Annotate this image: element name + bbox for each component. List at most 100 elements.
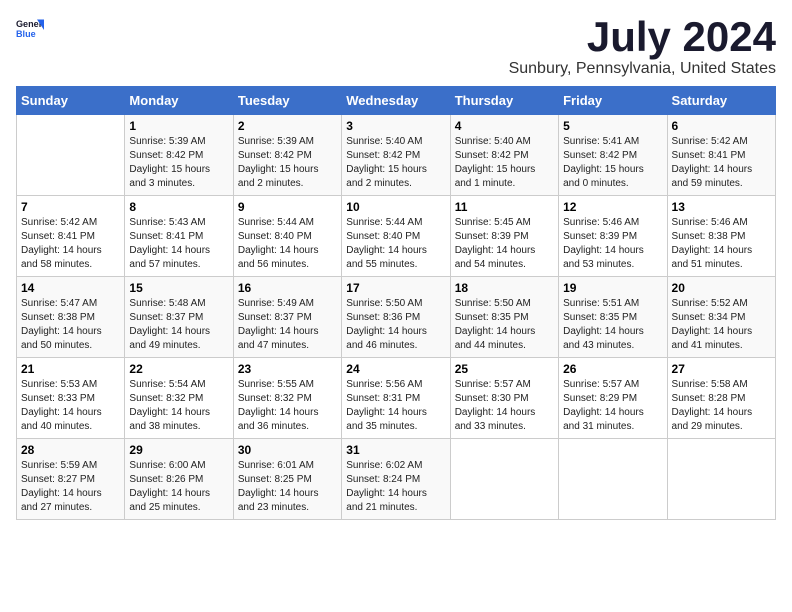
day-info: Sunrise: 5:39 AM Sunset: 8:42 PM Dayligh… xyxy=(238,135,337,191)
day-info: Sunrise: 5:48 AM Sunset: 8:37 PM Dayligh… xyxy=(129,297,228,353)
day-info: Sunrise: 5:54 AM Sunset: 8:32 PM Dayligh… xyxy=(129,378,228,434)
day-number: 9 xyxy=(238,200,337,214)
calendar-cell: 16 Sunrise: 5:49 AM Sunset: 8:37 PM Dayli… xyxy=(233,277,341,358)
calendar-cell: 14 Sunrise: 5:47 AM Sunset: 8:38 PM Dayli… xyxy=(17,277,125,358)
day-number: 8 xyxy=(129,200,228,214)
day-info: Sunrise: 5:43 AM Sunset: 8:41 PM Dayligh… xyxy=(129,216,228,272)
weekday-header-row: SundayMondayTuesdayWednesdayThursdayFrid… xyxy=(17,87,776,115)
calendar-cell: 22Sunrise: 5:54 AM Sunset: 8:32 PM Dayli… xyxy=(125,358,233,439)
day-number: 27 xyxy=(672,362,771,376)
calendar-cell: 20Sunrise: 5:52 AM Sunset: 8:34 PM Dayli… xyxy=(667,277,775,358)
day-number: 20 xyxy=(672,281,771,295)
day-info: Sunrise: 5:59 AM Sunset: 8:27 PM Dayligh… xyxy=(21,459,120,515)
calendar-cell: 15Sunrise: 5:48 AM Sunset: 8:37 PM Dayli… xyxy=(125,277,233,358)
day-number: 23 xyxy=(238,362,337,376)
calendar-cell: 23 Sunrise: 5:55 AM Sunset: 8:32 PM Dayli… xyxy=(233,358,341,439)
day-number: 26 xyxy=(563,362,662,376)
day-number: 28 xyxy=(21,443,120,457)
calendar-cell: 7Sunrise: 5:42 AM Sunset: 8:41 PM Daylig… xyxy=(17,196,125,277)
day-number: 5 xyxy=(563,119,662,133)
day-info: Sunrise: 6:02 AM Sunset: 8:24 PM Dayligh… xyxy=(346,459,445,515)
calendar-cell: 9 Sunrise: 5:44 AM Sunset: 8:40 PM Daylig… xyxy=(233,196,341,277)
day-info: Sunrise: 5:42 AM Sunset: 8:41 PM Dayligh… xyxy=(672,135,771,191)
day-info: Sunrise: 5:51 AM Sunset: 8:35 PM Dayligh… xyxy=(563,297,662,353)
day-number: 2 xyxy=(238,119,337,133)
weekday-header-thursday: Thursday xyxy=(450,87,558,115)
calendar-cell xyxy=(450,439,558,520)
calendar-cell: 8 Sunrise: 5:43 AM Sunset: 8:41 PM Daylig… xyxy=(125,196,233,277)
day-number: 13 xyxy=(672,200,771,214)
day-number: 25 xyxy=(455,362,554,376)
calendar-cell: 18 Sunrise: 5:50 AM Sunset: 8:35 PM Dayli… xyxy=(450,277,558,358)
day-info: Sunrise: 5:50 AM Sunset: 8:35 PM Dayligh… xyxy=(455,297,554,353)
svg-text:Blue: Blue xyxy=(16,29,36,39)
day-number: 6 xyxy=(672,119,771,133)
day-info: Sunrise: 5:55 AM Sunset: 8:32 PM Dayligh… xyxy=(238,378,337,434)
calendar-cell: 30 Sunrise: 6:01 AM Sunset: 8:25 PM Dayli… xyxy=(233,439,341,520)
calendar-cell: 4 Sunrise: 5:40 AM Sunset: 8:42 PM Daylig… xyxy=(450,115,558,196)
day-number: 12 xyxy=(563,200,662,214)
weekday-header-tuesday: Tuesday xyxy=(233,87,341,115)
calendar-week-1: 1 Sunrise: 5:39 AM Sunset: 8:42 PM Daylig… xyxy=(17,115,776,196)
calendar-cell xyxy=(17,115,125,196)
calendar-cell: 17 Sunrise: 5:50 AM Sunset: 8:36 PM Dayli… xyxy=(342,277,450,358)
calendar-table: SundayMondayTuesdayWednesdayThursdayFrid… xyxy=(16,86,776,520)
day-info: Sunrise: 5:57 AM Sunset: 8:29 PM Dayligh… xyxy=(563,378,662,434)
day-info: Sunrise: 5:50 AM Sunset: 8:36 PM Dayligh… xyxy=(346,297,445,353)
page-header: General Blue July 2024 Sunbury, Pennsylv… xyxy=(16,16,776,78)
weekday-header-monday: Monday xyxy=(125,87,233,115)
calendar-body: 1 Sunrise: 5:39 AM Sunset: 8:42 PM Daylig… xyxy=(17,115,776,520)
day-info: Sunrise: 5:46 AM Sunset: 8:39 PM Dayligh… xyxy=(563,216,662,272)
calendar-cell: 3 Sunrise: 5:40 AM Sunset: 8:42 PM Daylig… xyxy=(342,115,450,196)
day-info: Sunrise: 5:44 AM Sunset: 8:40 PM Dayligh… xyxy=(238,216,337,272)
day-number: 11 xyxy=(455,200,554,214)
day-info: Sunrise: 5:40 AM Sunset: 8:42 PM Dayligh… xyxy=(455,135,554,191)
calendar-cell: 26 Sunrise: 5:57 AM Sunset: 8:29 PM Dayli… xyxy=(559,358,667,439)
day-number: 19 xyxy=(563,281,662,295)
day-info: Sunrise: 5:53 AM Sunset: 8:33 PM Dayligh… xyxy=(21,378,120,434)
calendar-cell: 25 Sunrise: 5:57 AM Sunset: 8:30 PM Dayli… xyxy=(450,358,558,439)
day-number: 14 xyxy=(21,281,120,295)
day-info: Sunrise: 5:40 AM Sunset: 8:42 PM Dayligh… xyxy=(346,135,445,191)
logo-icon: General Blue xyxy=(16,16,44,44)
logo: General Blue xyxy=(16,16,44,44)
day-number: 10 xyxy=(346,200,445,214)
day-info: Sunrise: 5:47 AM Sunset: 8:38 PM Dayligh… xyxy=(21,297,120,353)
day-number: 24 xyxy=(346,362,445,376)
calendar-cell: 12 Sunrise: 5:46 AM Sunset: 8:39 PM Dayli… xyxy=(559,196,667,277)
calendar-cell: 21 Sunrise: 5:53 AM Sunset: 8:33 PM Dayli… xyxy=(17,358,125,439)
calendar-cell: 11 Sunrise: 5:45 AM Sunset: 8:39 PM Dayli… xyxy=(450,196,558,277)
calendar-cell xyxy=(559,439,667,520)
day-number: 4 xyxy=(455,119,554,133)
weekday-header-friday: Friday xyxy=(559,87,667,115)
day-number: 21 xyxy=(21,362,120,376)
calendar-cell: 29Sunrise: 6:00 AM Sunset: 8:26 PM Dayli… xyxy=(125,439,233,520)
day-number: 18 xyxy=(455,281,554,295)
calendar-cell: 10 Sunrise: 5:44 AM Sunset: 8:40 PM Dayli… xyxy=(342,196,450,277)
day-number: 1 xyxy=(129,119,228,133)
day-info: Sunrise: 5:44 AM Sunset: 8:40 PM Dayligh… xyxy=(346,216,445,272)
day-info: Sunrise: 5:39 AM Sunset: 8:42 PM Dayligh… xyxy=(129,135,228,191)
calendar-week-5: 28 Sunrise: 5:59 AM Sunset: 8:27 PM Dayli… xyxy=(17,439,776,520)
day-info: Sunrise: 5:42 AM Sunset: 8:41 PM Dayligh… xyxy=(21,216,120,272)
month-year-title: July 2024 xyxy=(509,16,776,58)
weekday-header-saturday: Saturday xyxy=(667,87,775,115)
day-number: 3 xyxy=(346,119,445,133)
day-info: Sunrise: 5:46 AM Sunset: 8:38 PM Dayligh… xyxy=(672,216,771,272)
calendar-cell: 19 Sunrise: 5:51 AM Sunset: 8:35 PM Dayli… xyxy=(559,277,667,358)
day-info: Sunrise: 5:57 AM Sunset: 8:30 PM Dayligh… xyxy=(455,378,554,434)
day-number: 17 xyxy=(346,281,445,295)
day-number: 16 xyxy=(238,281,337,295)
location-subtitle: Sunbury, Pennsylvania, United States xyxy=(509,60,776,78)
calendar-cell: 13 Sunrise: 5:46 AM Sunset: 8:38 PM Dayli… xyxy=(667,196,775,277)
calendar-cell: 5 Sunrise: 5:41 AM Sunset: 8:42 PM Daylig… xyxy=(559,115,667,196)
calendar-cell: 28 Sunrise: 5:59 AM Sunset: 8:27 PM Dayli… xyxy=(17,439,125,520)
day-info: Sunrise: 6:01 AM Sunset: 8:25 PM Dayligh… xyxy=(238,459,337,515)
weekday-header-sunday: Sunday xyxy=(17,87,125,115)
day-info: Sunrise: 5:41 AM Sunset: 8:42 PM Dayligh… xyxy=(563,135,662,191)
day-info: Sunrise: 5:49 AM Sunset: 8:37 PM Dayligh… xyxy=(238,297,337,353)
day-number: 30 xyxy=(238,443,337,457)
calendar-week-4: 21 Sunrise: 5:53 AM Sunset: 8:33 PM Dayli… xyxy=(17,358,776,439)
day-info: Sunrise: 5:45 AM Sunset: 8:39 PM Dayligh… xyxy=(455,216,554,272)
calendar-cell: 31Sunrise: 6:02 AM Sunset: 8:24 PM Dayli… xyxy=(342,439,450,520)
